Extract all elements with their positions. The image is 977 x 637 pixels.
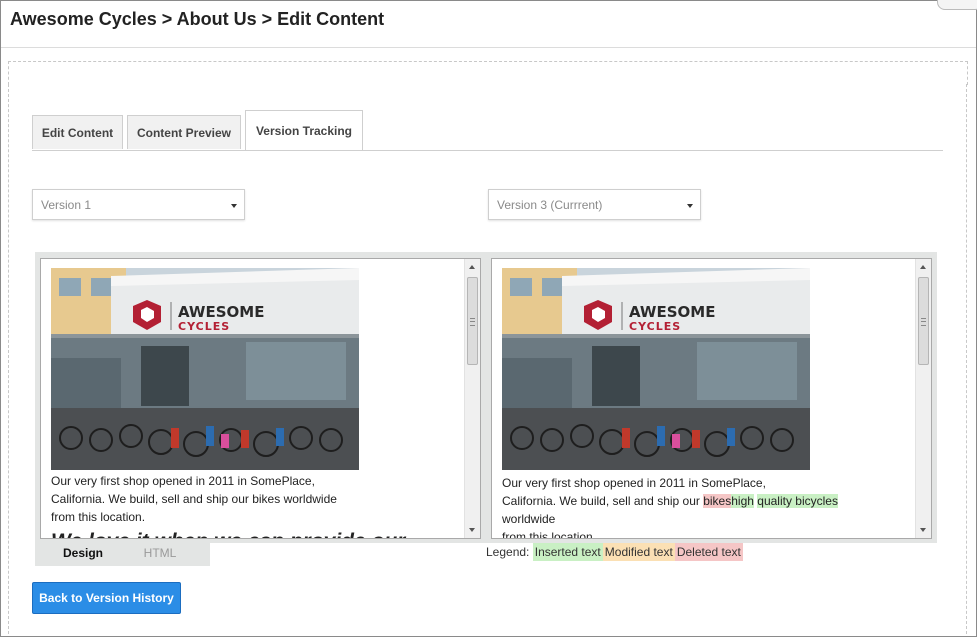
left-version-select[interactable]: Version 1: [32, 189, 245, 220]
right-version-pane[interactable]: AWESOME CYCLES Our very first shop opene…: [491, 258, 932, 539]
legend-modified: Modified text: [602, 543, 675, 561]
right-line-2: California. We build, sell and ship our …: [502, 492, 902, 510]
right-line-1: Our very first shop opened in 2011 in So…: [502, 476, 766, 490]
shop-photo: AWESOME CYCLES: [502, 268, 810, 470]
tabs-divider: [32, 150, 943, 151]
logo-subtitle: CYCLES: [629, 320, 681, 333]
window-corner-control: [937, 0, 977, 10]
editor-region-left: [8, 84, 10, 634]
right-line-3: worldwide: [502, 512, 556, 526]
back-to-version-history-button[interactable]: Back to Version History: [32, 582, 181, 614]
left-version-value: Version 1: [41, 197, 92, 212]
left-line-2: California. We build, sell and ship our …: [51, 492, 337, 506]
left-line-3: from this location.: [51, 510, 146, 524]
right-line-4: from this location.: [502, 530, 597, 539]
logo-wordmark: AWESOME: [178, 303, 264, 321]
inserted-text: quality bicycles: [757, 494, 838, 508]
deleted-text: bikes: [703, 494, 732, 508]
right-version-value: Version 3 (Currrent): [497, 197, 603, 212]
tab-content-preview[interactable]: Content Preview: [127, 115, 241, 149]
inserted-text: high: [731, 494, 754, 508]
title-divider: [1, 47, 976, 48]
right-version-select[interactable]: Version 3 (Currrent): [488, 189, 701, 220]
left-pane-scrollbar[interactable]: [464, 259, 480, 538]
editor-region-right: [966, 84, 968, 634]
chevron-down-icon: [687, 204, 693, 208]
scroll-down-icon[interactable]: [920, 528, 926, 532]
right-line-2-text: California. We build, sell and ship our: [502, 494, 704, 508]
diff-legend: Legend: Inserted text Modified text Delete…: [486, 543, 743, 561]
scroll-up-icon[interactable]: [469, 265, 475, 269]
scroll-thumb[interactable]: [918, 277, 929, 365]
logo-subtitle: CYCLES: [178, 320, 230, 333]
page-title: Awesome Cycles > About Us > Edit Content: [10, 9, 385, 29]
html-mode-tab[interactable]: HTML: [130, 540, 190, 566]
left-heading: We love it when we can provide our: [51, 530, 451, 538]
scroll-down-icon[interactable]: [469, 528, 475, 532]
legend-deleted: Deleted text: [674, 543, 743, 561]
design-mode-tab[interactable]: Design: [50, 540, 116, 566]
left-paragraph: Our very first shop opened in 2011 in So…: [51, 472, 451, 526]
left-line-1: Our very first shop opened in 2011 in So…: [51, 474, 315, 488]
tab-edit-content[interactable]: Edit Content: [32, 115, 123, 149]
legend-inserted: Inserted text: [532, 543, 603, 561]
tab-version-tracking[interactable]: Version Tracking: [245, 110, 363, 151]
right-pane-scrollbar[interactable]: [915, 259, 931, 538]
scroll-up-icon[interactable]: [920, 265, 926, 269]
legend-label: Legend:: [486, 545, 530, 559]
chevron-down-icon: [231, 204, 237, 208]
right-paragraph: Our very first shop opened in 2011 in So…: [502, 474, 902, 539]
logo-wordmark: AWESOME: [629, 303, 715, 321]
shop-photo: AWESOME CYCLES: [51, 268, 359, 470]
editor-region-top: [8, 61, 968, 85]
left-version-pane[interactable]: AWESOME CYCLES Our very first shop opene…: [40, 258, 481, 539]
scroll-thumb[interactable]: [467, 277, 478, 365]
